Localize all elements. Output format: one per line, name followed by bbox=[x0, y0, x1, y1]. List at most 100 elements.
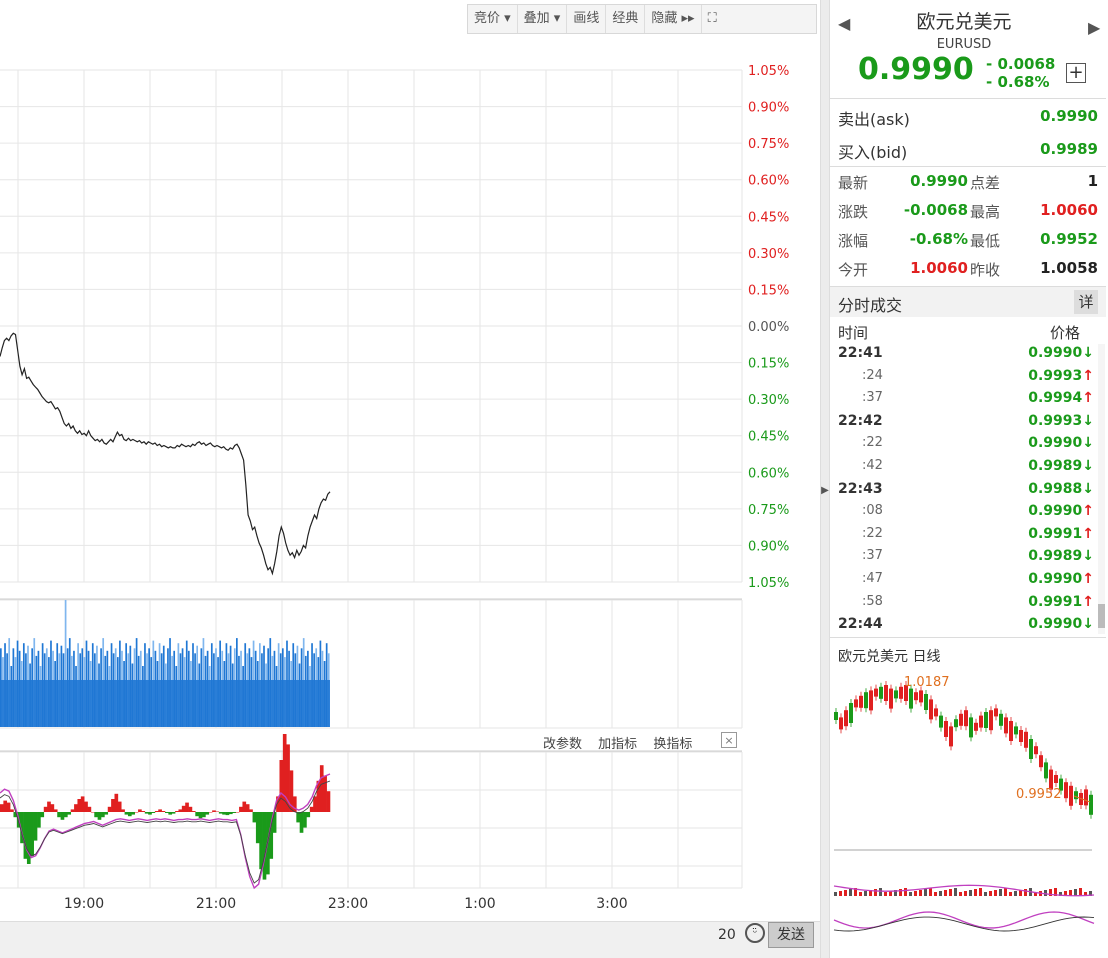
macd-bar bbox=[67, 812, 72, 815]
close-indicator-icon[interactable]: × bbox=[721, 732, 737, 748]
time-label: 21:00 bbox=[196, 896, 236, 912]
stat-value: -0.0068 bbox=[903, 201, 968, 219]
time-axis-labels: 19:00 21:00 23:00 1:00 3:00 bbox=[64, 896, 628, 912]
daily-volume-bar bbox=[1079, 888, 1082, 896]
stat-value: -0.68% bbox=[909, 230, 968, 248]
draw-line-button[interactable]: 画线 bbox=[567, 5, 607, 33]
daily-candle bbox=[949, 726, 953, 747]
macd-bar bbox=[84, 801, 88, 812]
daily-volume-bar bbox=[974, 889, 977, 896]
macd-bar bbox=[225, 812, 230, 816]
macd-bar bbox=[165, 812, 169, 813]
daily-candle bbox=[1004, 717, 1008, 734]
daily-volume-bar bbox=[1024, 889, 1027, 896]
daily-candle bbox=[979, 715, 983, 728]
macd-bar bbox=[259, 812, 263, 870]
macd-bar bbox=[50, 804, 55, 812]
overlay-dropdown[interactable]: 叠加 ▾ bbox=[518, 5, 568, 33]
pct-label: 0.45% bbox=[748, 430, 789, 445]
daily-candle bbox=[924, 694, 928, 710]
ask-label: 卖出(ask) bbox=[838, 110, 910, 129]
stat-value: 1 bbox=[1087, 172, 1098, 190]
time-label: 3:00 bbox=[596, 896, 627, 912]
tick-time: 22:42 bbox=[838, 412, 883, 429]
daily-volume-bar bbox=[844, 890, 847, 896]
chart-grid bbox=[0, 69, 743, 889]
tick-time: :08 bbox=[862, 503, 883, 519]
ticks-detail-button[interactable]: 详 bbox=[1074, 290, 1098, 314]
last-price: 0.9990 bbox=[858, 52, 974, 87]
stat-label: 最新 bbox=[838, 174, 869, 192]
macd-bar bbox=[114, 793, 119, 812]
main-chart[interactable]: 1.05% 0.90% 0.75% 0.60% 0.45% 0.30% 0.15% 0.00%… bbox=[0, 0, 820, 921]
macd-bar bbox=[202, 812, 206, 818]
pct-label: 0.15% bbox=[748, 357, 789, 372]
daily-candle bbox=[884, 685, 888, 701]
daily-volume-bar bbox=[994, 890, 997, 896]
macd-bar bbox=[43, 806, 48, 812]
volume-bar-base bbox=[0, 680, 330, 727]
daily-candle bbox=[839, 717, 843, 730]
daily-candle bbox=[1074, 791, 1078, 800]
quote-panel: ◀ ▶ 欧元兑美元 EURUSD 0.9990 - 0.0068 - 0.68%… bbox=[830, 0, 1108, 958]
daily-volume-bar bbox=[1074, 889, 1077, 896]
macd-bar bbox=[171, 812, 176, 814]
fullscreen-icon[interactable]: ⛶ bbox=[702, 5, 723, 33]
pct-label: 0.75% bbox=[748, 503, 789, 518]
daily-candle bbox=[984, 712, 988, 728]
ask-price: 0.9990 bbox=[1040, 107, 1098, 125]
macd-bar bbox=[97, 812, 102, 820]
bid-label: 买入(bid) bbox=[838, 143, 908, 162]
ticks-scrollbar-thumb[interactable] bbox=[1098, 604, 1105, 628]
tick-row: :08 0.9990↑ bbox=[830, 501, 1098, 524]
stat-label: 涨幅 bbox=[838, 232, 869, 250]
classic-button[interactable]: 经典 bbox=[606, 5, 646, 33]
panel-divider[interactable] bbox=[820, 0, 830, 958]
daily-volume-bar bbox=[959, 892, 962, 896]
tick-time: :22 bbox=[862, 525, 883, 541]
emoji-icon[interactable]: ᵕ̈ bbox=[745, 923, 765, 943]
stat-value: 0.9952 bbox=[1040, 230, 1098, 248]
daily-candle bbox=[999, 713, 1003, 726]
send-button[interactable]: 发送 bbox=[768, 922, 814, 948]
hide-button[interactable]: 隐藏 ▸▸ bbox=[645, 5, 702, 33]
tick-price: 0.9988↓ bbox=[1028, 480, 1094, 497]
pct-label: 0.30% bbox=[748, 393, 789, 408]
switch-indicator-link[interactable]: 换指标 bbox=[653, 737, 692, 752]
daily-candle bbox=[1014, 726, 1018, 735]
macd-bar bbox=[94, 812, 98, 818]
collapse-arrow-icon[interactable]: ▶ bbox=[820, 482, 830, 500]
ticks-col-price: 价格 bbox=[1050, 324, 1081, 342]
tick-time: :22 bbox=[862, 435, 883, 451]
daily-volume-bar bbox=[904, 888, 907, 896]
daily-candle bbox=[1034, 746, 1038, 755]
time-label: 1:00 bbox=[464, 896, 495, 912]
stat-label: 点差 bbox=[970, 174, 1001, 192]
tick-price: 0.9990↑ bbox=[1028, 503, 1094, 520]
macd-bar bbox=[306, 812, 311, 818]
daily-candle bbox=[934, 708, 938, 717]
macd-bar bbox=[232, 812, 237, 813]
daily-volume-bar bbox=[929, 888, 932, 896]
macd-bar bbox=[215, 811, 220, 812]
tick-time: :42 bbox=[862, 458, 883, 473]
add-indicator-link[interactable]: 加指标 bbox=[598, 737, 637, 752]
macd-bar bbox=[255, 812, 260, 844]
daily-candle bbox=[954, 719, 958, 728]
macd-bar bbox=[10, 809, 14, 812]
daily-candle bbox=[1054, 775, 1058, 783]
bid-mode-dropdown[interactable]: 竞价 ▾ bbox=[468, 5, 518, 33]
edit-params-link[interactable]: 改参数 bbox=[543, 737, 582, 752]
tick-row: :22 0.9991↑ bbox=[830, 524, 1098, 547]
daily-volume-bar bbox=[839, 891, 842, 896]
macd-bar bbox=[326, 791, 331, 812]
macd-bar bbox=[63, 812, 68, 818]
macd-bar bbox=[124, 812, 129, 815]
tick-row: 22:44 0.9990↓ bbox=[830, 614, 1098, 637]
ticks-scrollbar[interactable] bbox=[1098, 344, 1105, 634]
add-watchlist-button[interactable]: + bbox=[1066, 63, 1086, 83]
macd-bar bbox=[158, 809, 162, 812]
macd-bar bbox=[0, 804, 4, 812]
tick-price: 0.9989↓ bbox=[1028, 458, 1094, 474]
macd-bar bbox=[222, 812, 226, 815]
